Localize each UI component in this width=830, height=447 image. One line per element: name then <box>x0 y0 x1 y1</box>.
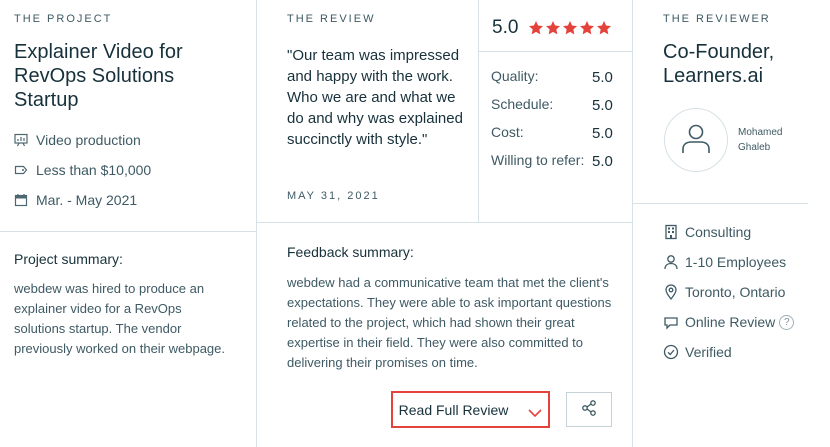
location-pin-icon <box>663 284 679 301</box>
verified-check-icon <box>663 344 679 360</box>
feedback-summary-heading: Feedback summary: <box>287 244 414 260</box>
rating-value: 5.0 <box>592 69 613 86</box>
reviewer-first-name: Mohamed <box>738 127 783 138</box>
project-dates: Mar. - May 2021 <box>36 192 138 208</box>
star-icon <box>529 21 543 35</box>
reviewer-verified-row: Verified <box>663 344 732 360</box>
share-icon <box>580 399 598 420</box>
calendar-icon <box>14 193 28 207</box>
overall-rating: 5.0 <box>492 17 519 38</box>
reviewer-review-type-row: Online Review ? <box>663 314 795 330</box>
project-service-row: Video production <box>14 132 141 148</box>
reviewer-location-row: Toronto, Ontario <box>663 284 786 301</box>
review-eyebrow: THE REVIEW <box>287 13 376 25</box>
building-icon <box>663 224 679 240</box>
rating-value: 5.0 <box>592 125 613 142</box>
read-full-review-button[interactable]: Read Full Review <box>391 391 550 428</box>
reviewer-title: Co-Founder, Learners.ai <box>663 41 775 87</box>
rating-divider-vertical <box>478 0 479 222</box>
rating-label: Willing to refer: <box>491 152 585 168</box>
chevron-down-icon <box>528 405 542 417</box>
reviewer-review-type: Online Review <box>685 314 776 330</box>
chat-bubble-icon <box>663 314 679 330</box>
feedback-summary-text: webdew had a communicative team that met… <box>287 275 612 370</box>
reviewer-industry: Consulting <box>685 224 752 240</box>
avatar <box>664 108 728 172</box>
project-eyebrow: THE PROJECT <box>14 13 113 25</box>
star-rating <box>528 20 613 36</box>
reviewer-industry-row: Consulting <box>663 224 751 240</box>
rating-label: Quality: <box>491 68 539 84</box>
project-dates-row: Mar. - May 2021 <box>14 192 137 208</box>
rating-label: Schedule: <box>491 96 554 112</box>
read-full-review-label: Read Full Review <box>398 401 509 418</box>
project-summary-heading: Project summary: <box>14 251 123 267</box>
help-icon[interactable]: ? <box>779 314 795 330</box>
project-budget-row: Less than $10,000 <box>14 162 151 178</box>
review-divider <box>257 222 633 223</box>
star-icon <box>580 21 594 35</box>
presentation-chart-icon <box>14 133 28 147</box>
reviewer-name: Mohamed Ghaleb <box>738 125 782 155</box>
share-button[interactable] <box>566 392 612 427</box>
reviewer-divider <box>633 203 808 204</box>
project-service: Video production <box>36 132 141 148</box>
review-quote: "Our team was impressed and happy with t… <box>287 47 463 148</box>
user-icon <box>679 121 713 160</box>
project-divider <box>0 231 257 232</box>
project-budget: Less than $10,000 <box>36 162 152 178</box>
project-summary-text: webdew was hired to produce an explainer… <box>14 281 226 356</box>
review-date: MAY 31, 2021 <box>287 190 380 202</box>
star-icon <box>597 21 611 35</box>
reviewer-eyebrow: THE REVIEWER <box>663 13 771 25</box>
reviewer-employees-row: 1-10 Employees <box>663 254 786 270</box>
rating-value: 5.0 <box>592 153 613 170</box>
rating-label: Cost: <box>491 124 524 140</box>
rating-value: 5.0 <box>592 97 613 114</box>
rating-divider-horizontal <box>478 51 633 52</box>
project-title: Explainer Video for RevOps Solutions Sta… <box>14 41 183 111</box>
reviewer-verified: Verified <box>685 344 732 360</box>
reviewer-location: Toronto, Ontario <box>685 284 786 300</box>
star-icon <box>546 21 560 35</box>
reviewer-employees: 1-10 Employees <box>685 254 787 270</box>
star-icon <box>563 21 577 35</box>
reviewer-last-name: Ghaleb <box>738 142 771 153</box>
price-tag-icon <box>14 163 28 177</box>
person-icon <box>663 254 679 270</box>
